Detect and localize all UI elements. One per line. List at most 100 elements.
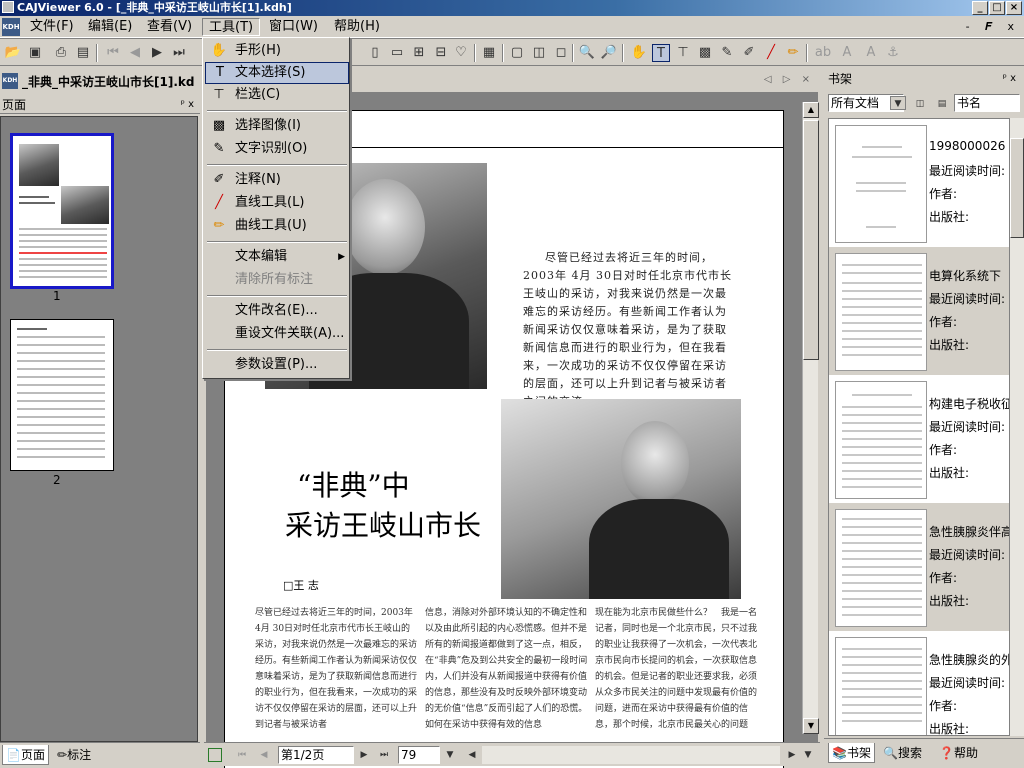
menu-item-hand[interactable]: ✋ 手形(H): [205, 40, 349, 62]
next-page-icon[interactable]: ▶: [148, 44, 166, 62]
print-preview-icon[interactable]: ▤: [74, 44, 92, 62]
shelf-view-icon[interactable]: ◫: [912, 95, 928, 113]
menu-item-rename-file[interactable]: 文件改名(E)...: [205, 300, 349, 322]
scroll-left-icon[interactable]: ◀: [464, 746, 480, 764]
line-tool-icon[interactable]: ╱: [762, 44, 780, 62]
prev-page-icon[interactable]: ◀: [126, 44, 144, 62]
menu-help[interactable]: 帮助(H): [328, 18, 386, 36]
menu-item-ocr[interactable]: ✎ 文字识别(O): [205, 138, 349, 160]
page-thumbnail-1[interactable]: [10, 133, 114, 289]
book-title: 电算化系统下: [929, 269, 1002, 283]
text-select-tool-icon[interactable]: T: [652, 44, 670, 62]
view-mode-icon[interactable]: [208, 748, 222, 762]
menu-edit[interactable]: 编辑(E): [82, 18, 138, 36]
last-page-icon[interactable]: ⏭: [170, 44, 188, 62]
page-thumbnails[interactable]: 1 2: [0, 116, 198, 742]
save-icon[interactable]: ▣: [26, 44, 44, 62]
open-icon[interactable]: 📂: [4, 44, 22, 62]
zoom-dropdown-icon[interactable]: ▼: [442, 746, 458, 764]
continuous-page-icon[interactable]: ▭: [388, 44, 406, 62]
book-item[interactable]: 电算化系统下 最近阅读时间: 作者: 出版社:: [829, 247, 1009, 375]
zoom-out-icon[interactable]: 🔎: [600, 44, 618, 62]
column-select-tool-icon[interactable]: ⊤: [674, 44, 692, 62]
zoom-in-icon[interactable]: 🔍: [578, 44, 596, 62]
menu-item-line-tool[interactable]: ╱ 直线工具(L): [205, 192, 349, 214]
scroll-thumb[interactable]: [803, 120, 819, 360]
scroll-up-icon[interactable]: ▲: [803, 102, 819, 118]
bookshelf-scrollbar[interactable]: [1010, 118, 1024, 736]
underline-icon[interactable]: A: [838, 44, 856, 62]
prev-page-nav-icon[interactable]: ◀: [256, 746, 272, 764]
menu-item-image-select[interactable]: ▩ 选择图像(I): [205, 115, 349, 137]
hand-tool-icon[interactable]: ✋: [630, 44, 648, 62]
tab-navigation[interactable]: ◁ ▷ ×: [764, 74, 814, 85]
strikeout-icon[interactable]: A: [862, 44, 880, 62]
annotation-tab-icon: ✏: [57, 748, 68, 762]
close-button[interactable]: ×: [1006, 1, 1022, 15]
menu-item-text-select[interactable]: T 文本选择(S): [205, 62, 349, 84]
shelf-list-icon[interactable]: ▤: [934, 95, 950, 113]
heart-icon[interactable]: ♡: [452, 44, 470, 62]
next-page-nav-icon[interactable]: ▶: [356, 746, 372, 764]
menu-item-text-edit[interactable]: 文本编辑 ▶: [205, 246, 349, 268]
book-item[interactable]: 急性胰腺炎伴高 最近阅读时间: 作者: 出版社:: [829, 503, 1009, 631]
maximize-button[interactable]: □: [989, 1, 1005, 15]
book-item[interactable]: 构建电子税收征 最近阅读时间: 作者: 出版社:: [829, 375, 1009, 503]
mdi-window-controls[interactable]: - 𝑭 x: [966, 20, 1020, 34]
panel-pin-close[interactable]: ᵖ x: [181, 96, 194, 114]
bookshelf-pin-close[interactable]: ᵖ x: [1003, 70, 1016, 88]
menu-item-column-select[interactable]: ⊤ 栏选(C): [205, 84, 349, 106]
ocr-tool-icon[interactable]: ✎: [718, 44, 736, 62]
tab-bookshelf[interactable]: 📚书架: [828, 743, 875, 763]
book-item[interactable]: 1998000026 最近阅读时间: 作者: 出版社:: [829, 119, 1009, 247]
document-vertical-scrollbar[interactable]: ▲ ▼: [802, 102, 819, 734]
page-thumbnail-2[interactable]: [10, 319, 114, 471]
bookshelf-scroll-thumb[interactable]: [1010, 138, 1024, 238]
single-page-icon[interactable]: ▯: [366, 44, 384, 62]
first-page-nav-icon[interactable]: ⏮: [234, 746, 250, 764]
menu-item-curve-tool[interactable]: ✏ 曲线工具(U): [205, 215, 349, 237]
last-page-nav-icon[interactable]: ⏭: [376, 746, 392, 764]
anchor-icon[interactable]: ⚓: [884, 44, 902, 62]
filter-dropdown-icon[interactable]: ▼: [890, 96, 906, 110]
print-icon[interactable]: ⎙: [52, 44, 70, 62]
full-screen-icon[interactable]: ◻: [552, 44, 570, 62]
image-select-icon: ▩: [212, 118, 226, 133]
menu-tools[interactable]: 工具(T): [202, 18, 261, 36]
image-icon[interactable]: ▦: [480, 44, 498, 62]
tab-search[interactable]: 🔍搜索: [880, 743, 925, 763]
annotation-tool-icon[interactable]: ✐: [740, 44, 758, 62]
page-view-icon[interactable]: ▢: [508, 44, 526, 62]
menu-item-annotation[interactable]: ✐ 注释(N): [205, 169, 349, 191]
tab-annotations[interactable]: ✏标注: [54, 745, 94, 765]
book-item[interactable]: 急性胰腺炎的外 最近阅读时间: 作者: 出版社:: [829, 631, 1009, 735]
tab-pages[interactable]: 📄页面: [2, 745, 49, 765]
menu-view[interactable]: 查看(V): [141, 18, 198, 36]
scroll-right-icon[interactable]: ▶: [784, 746, 800, 764]
curve-tool-icon[interactable]: ✏: [784, 44, 802, 62]
search-tab-icon: 🔍: [883, 746, 898, 760]
bookshelf-list[interactable]: 1998000026 最近阅读时间: 作者: 出版社: 电算化系统下 最近阅读时…: [828, 118, 1010, 736]
menu-item-reset-association[interactable]: 重设文件关联(A)...: [205, 323, 349, 345]
horizontal-scrollbar[interactable]: [482, 746, 780, 764]
sort-select[interactable]: 书名: [954, 94, 1020, 112]
fit-width-icon[interactable]: ⊟: [432, 44, 450, 62]
document-tab[interactable]: KDH _非典_中采访王岐山市长[1].kd ◁ ▷ ×: [0, 70, 820, 92]
scroll-down-small-icon[interactable]: ▼: [800, 746, 816, 764]
zoom-field[interactable]: 79: [398, 746, 440, 764]
two-page-icon[interactable]: ◫: [530, 44, 548, 62]
fit-page-icon[interactable]: ⊞: [410, 44, 428, 62]
book-author: 作者:: [929, 315, 958, 329]
scroll-down-icon[interactable]: ▼: [803, 718, 819, 734]
ocr-icon: ✎: [213, 141, 225, 156]
menu-item-settings[interactable]: 参数设置(P)...: [205, 354, 349, 376]
app-icon: [2, 1, 14, 13]
tab-help[interactable]: ❓帮助: [936, 743, 981, 763]
menu-window[interactable]: 窗口(W): [263, 18, 324, 36]
page-number-field[interactable]: 第1/2页: [278, 746, 354, 764]
minimize-button[interactable]: _: [972, 1, 988, 15]
highlight-icon[interactable]: ab: [814, 44, 832, 62]
menu-file[interactable]: 文件(F): [24, 18, 80, 36]
first-page-icon[interactable]: ⏮: [104, 44, 122, 62]
image-select-tool-icon[interactable]: ▩: [696, 44, 714, 62]
